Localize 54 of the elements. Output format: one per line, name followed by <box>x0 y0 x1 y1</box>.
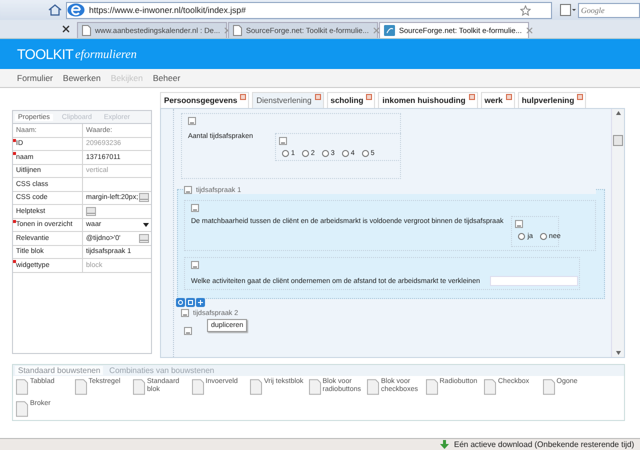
scroll-thumb[interactable] <box>613 135 623 146</box>
dropdown-icon[interactable] <box>143 222 149 227</box>
browse-button[interactable] <box>86 206 96 216</box>
collapse-icon[interactable] <box>181 309 189 317</box>
document-icon[interactable] <box>74 378 86 396</box>
home-icon[interactable] <box>48 4 62 16</box>
document-icon[interactable] <box>250 378 262 396</box>
app-logo: TOOLKIT <box>17 46 74 62</box>
collapse-icon[interactable] <box>188 117 196 125</box>
form-tab[interactable]: scholing <box>326 92 376 108</box>
document-icon[interactable] <box>426 378 438 396</box>
address-field[interactable]: https://www.e-inwoner.nl/toolkit/index.jsp# <box>66 2 552 18</box>
browse-button[interactable] <box>139 234 149 243</box>
page-icon <box>82 25 91 36</box>
document-icon[interactable] <box>192 378 204 396</box>
page-icon <box>233 25 242 36</box>
menu-item[interactable]: Bewerken <box>62 73 101 83</box>
collapse-icon[interactable] <box>184 186 192 194</box>
collapse-icon[interactable] <box>191 261 199 269</box>
document-icon[interactable] <box>542 378 554 396</box>
form-tab[interactable]: werk <box>480 92 515 108</box>
favicon-icon <box>384 25 395 36</box>
input-field[interactable] <box>490 276 578 286</box>
document-icon[interactable] <box>308 378 320 396</box>
download-status: Eén actieve download (Onbekende resterende tijd) <box>454 440 634 449</box>
app-subtitle: eformulieren <box>75 46 137 62</box>
form-tab[interactable]: Persoonsgegevens <box>160 92 250 108</box>
scrollbar[interactable] <box>611 109 624 357</box>
search-field[interactable]: Google <box>578 2 640 18</box>
form-tab[interactable]: hulpverlening <box>518 92 586 108</box>
copy-icon[interactable] <box>186 298 195 307</box>
close-icon[interactable] <box>62 25 70 33</box>
search-engine-icon[interactable] <box>560 4 576 16</box>
scroll-down-icon[interactable] <box>616 351 620 355</box>
document-icon[interactable] <box>16 378 28 396</box>
browser-logo-icon <box>67 3 85 17</box>
collapse-icon[interactable] <box>515 220 524 228</box>
menu-item[interactable]: Beheer <box>152 73 180 83</box>
form-tab[interactable]: inkomen huishouding <box>378 92 478 108</box>
collapse-icon[interactable] <box>191 204 199 212</box>
collapse-icon[interactable] <box>278 137 287 145</box>
document-icon[interactable] <box>367 378 379 396</box>
scroll-up-icon[interactable] <box>616 111 620 115</box>
document-icon[interactable] <box>484 378 496 396</box>
refresh-icon[interactable] <box>176 298 185 307</box>
form-tab[interactable]: Dienstverlening <box>252 92 324 108</box>
browse-button[interactable] <box>139 193 149 202</box>
collapse-icon[interactable] <box>184 327 192 335</box>
menu-item[interactable]: Formulier <box>17 73 53 83</box>
document-icon[interactable] <box>133 378 145 396</box>
star-icon[interactable] <box>520 4 531 16</box>
document-icon[interactable] <box>16 400 28 418</box>
download-icon <box>440 440 449 449</box>
add-icon[interactable] <box>196 298 205 307</box>
